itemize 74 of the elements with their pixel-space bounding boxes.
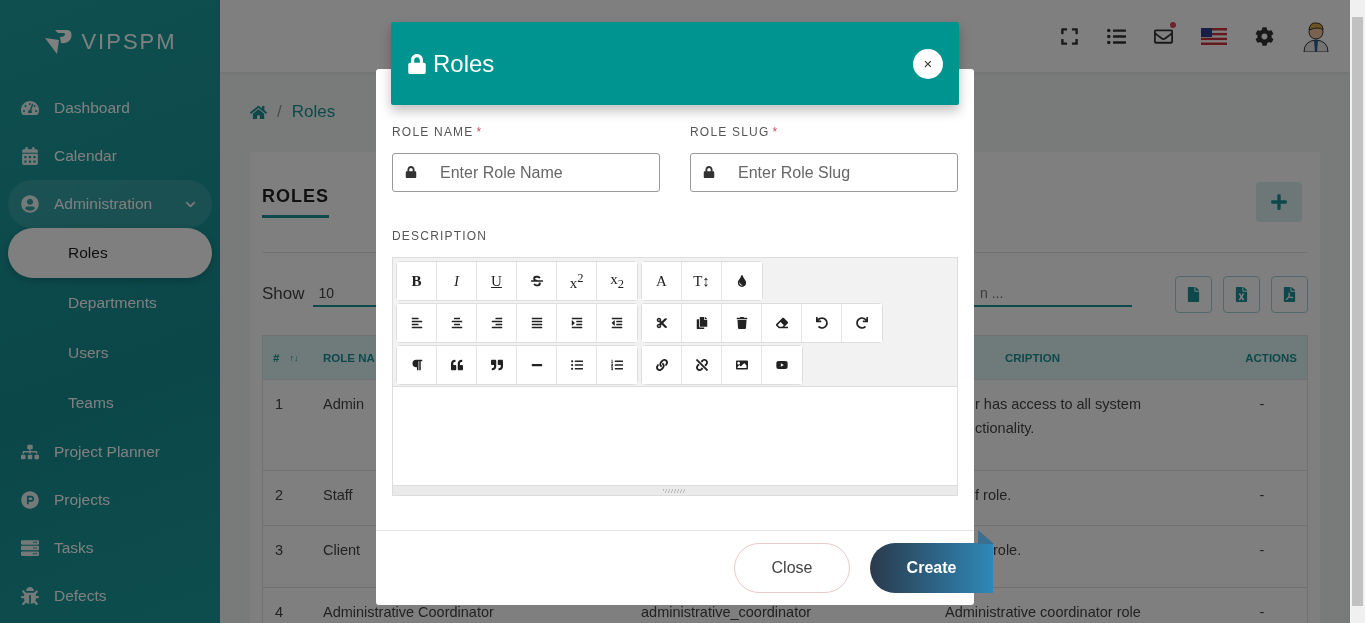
list-icon[interactable] [1107, 26, 1126, 46]
file-icon[interactable] [1175, 275, 1212, 313]
format-button[interactable]: A [642, 262, 682, 300]
table-cell-text: Administrative coordinator role [945, 603, 1142, 622]
table-cell-text: - [1258, 486, 1266, 505]
table-cell-text: 4 [274, 603, 285, 622]
brand-name: VIPSPM [81, 29, 177, 55]
link-icon[interactable] [642, 346, 682, 384]
gauge-icon [20, 99, 40, 117]
nav-subitem[interactable]: Users [8, 328, 212, 378]
table-cell-text: Admin [323, 395, 366, 414]
nav-subitem[interactable]: Teams [8, 378, 212, 428]
table-cell-text: role. [993, 541, 1023, 560]
nav-item[interactable]: Projects [8, 476, 212, 524]
settings-icon[interactable] [1255, 26, 1274, 46]
lock-icon [405, 166, 417, 178]
lock-icon [703, 166, 715, 178]
table-cell-text: administrative_coordinator [641, 603, 813, 622]
close-button[interactable]: Close [734, 543, 850, 593]
create-button[interactable]: Create [870, 543, 993, 593]
table-cell-text: Staff [323, 486, 354, 505]
table-cell-text: ctionality. [975, 419, 1036, 438]
field-label: ROLE NAME * [392, 125, 484, 139]
server-icon [20, 539, 40, 557]
table-cell-text: 3 [274, 541, 285, 560]
format-button[interactable]: B [397, 262, 437, 300]
calendar-icon [20, 147, 40, 165]
scissors-icon[interactable] [642, 304, 682, 342]
table-cell-text: Administrative Coordinator [323, 603, 495, 622]
card-title: ROLES [262, 186, 329, 218]
align-left-icon[interactable] [397, 304, 437, 342]
resize-handle[interactable] [393, 485, 957, 495]
paragraph-icon[interactable] [397, 346, 437, 384]
close-button[interactable]: × [913, 48, 943, 79]
flag-icon[interactable] [1201, 27, 1227, 45]
table-cell-text: - [1258, 603, 1266, 622]
input-field[interactable]: Enter Role Name [392, 153, 660, 192]
breadcrumb-current: Roles [291, 102, 336, 122]
table-cell-text: 1 [274, 395, 285, 414]
fullscreen-icon[interactable] [1060, 26, 1079, 46]
scrollbar[interactable] [1350, 0, 1365, 623]
column-header: # [273, 351, 280, 364]
hierarchy-icon [20, 443, 40, 461]
table-cell-text: - [1258, 541, 1266, 560]
field-label: ROLE SLUG * [690, 125, 780, 139]
ribbon-fold [978, 530, 994, 544]
nav-subitem[interactable]: Departments [8, 278, 212, 328]
input-field[interactable]: Enter Role Slug [690, 153, 958, 192]
nav-subitem[interactable]: Roles [8, 228, 212, 278]
plus-icon [1270, 193, 1288, 211]
breadcrumb-separator: / [277, 102, 282, 122]
nav-item[interactable]: Dashboard [8, 84, 212, 132]
column-header: ACTIONS [1244, 351, 1298, 364]
table-cell-text: Client [323, 541, 362, 560]
column-header[interactable]: CRIPTION [1005, 351, 1217, 364]
bug-icon [20, 587, 40, 605]
nav-item[interactable]: Defects [8, 572, 212, 620]
nav-item[interactable]: Tasks [8, 524, 212, 572]
table-cell-text: 2 [274, 486, 285, 505]
show-label: Show [262, 284, 305, 304]
logo-icon [43, 28, 74, 56]
nav-item[interactable]: Project Planner [8, 428, 212, 476]
dialog-title: Roles [433, 49, 495, 78]
excel-file-icon[interactable] [1223, 275, 1260, 313]
sort-icon[interactable]: ↑↓ [289, 352, 299, 363]
circle-p-icon [20, 491, 40, 509]
field-label: DESCRIPTION [392, 229, 489, 243]
nav-item[interactable]: Calendar [8, 132, 212, 180]
pdf-file-icon[interactable] [1271, 275, 1308, 313]
table-cell-text: r has access to all system [975, 395, 1142, 414]
table-cell-text: f role. [975, 486, 1013, 505]
avatar-icon[interactable] [1302, 20, 1330, 52]
lock-icon [407, 53, 427, 74]
table-cell-text: - [1258, 395, 1266, 414]
